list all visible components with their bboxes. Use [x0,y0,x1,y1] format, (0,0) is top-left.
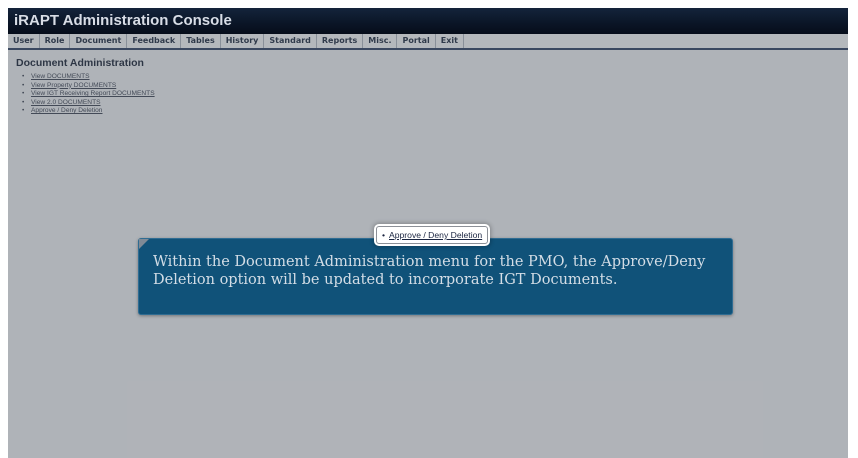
list-item: • View IGT Receiving Report DOCUMENTS [22,90,155,99]
bullet-icon: • [22,98,25,106]
callout-corner-notch [139,239,149,249]
tutorial-callout: Within the Document Administration menu … [138,238,733,315]
app-title: iRAPT Administration Console [14,12,232,29]
view-2-0-documents-link[interactable]: View 2.0 DOCUMENTS [31,99,101,106]
list-item: • View 2.0 DOCUMENTS [22,99,155,108]
document-admin-link-list: • View DOCUMENTS • View Property DOCUMENTS… [22,73,155,116]
list-item: • View Property DOCUMENTS [22,82,155,91]
bullet-icon: • [382,230,386,240]
page-title: Document Administration [16,57,144,69]
highlighted-approve-deny-deletion-link[interactable]: Approve / Deny Deletion [389,230,482,240]
menu-exit[interactable]: Exit [436,34,464,48]
title-bar: iRAPT Administration Console [8,8,848,34]
bullet-icon: • [22,73,25,80]
approve-deny-deletion-link[interactable]: Approve / Deny Deletion [31,107,102,114]
console-window: iRAPT Administration Console User Role D… [8,8,848,458]
menu-misc[interactable]: Misc. [363,34,398,48]
list-item: • View DOCUMENTS [22,73,155,82]
main-menu-bar: User Role Document Feedback Tables Histo… [8,34,848,50]
callout-text: Within the Document Administration menu … [153,254,706,288]
menu-role[interactable]: Role [40,34,71,48]
view-property-documents-link[interactable]: View Property DOCUMENTS [31,82,116,89]
menu-history[interactable]: History [221,34,265,48]
menu-tables[interactable]: Tables [181,34,221,48]
bullet-icon: • [22,107,25,114]
menu-user[interactable]: User [8,34,40,48]
bullet-icon: • [22,81,25,89]
bullet-icon: • [22,90,25,97]
menu-feedback[interactable]: Feedback [127,34,182,48]
view-documents-link[interactable]: View DOCUMENTS [31,73,90,80]
highlighted-approve-deny-deletion[interactable]: • Approve / Deny Deletion [376,226,489,244]
menu-document[interactable]: Document [70,34,128,48]
list-item: • Approve / Deny Deletion [22,107,155,116]
menu-standard[interactable]: Standard [264,34,317,48]
view-igt-receiving-report-documents-link[interactable]: View IGT Receiving Report DOCUMENTS [31,90,155,97]
menu-reports[interactable]: Reports [317,34,364,48]
menu-portal[interactable]: Portal [397,34,436,48]
